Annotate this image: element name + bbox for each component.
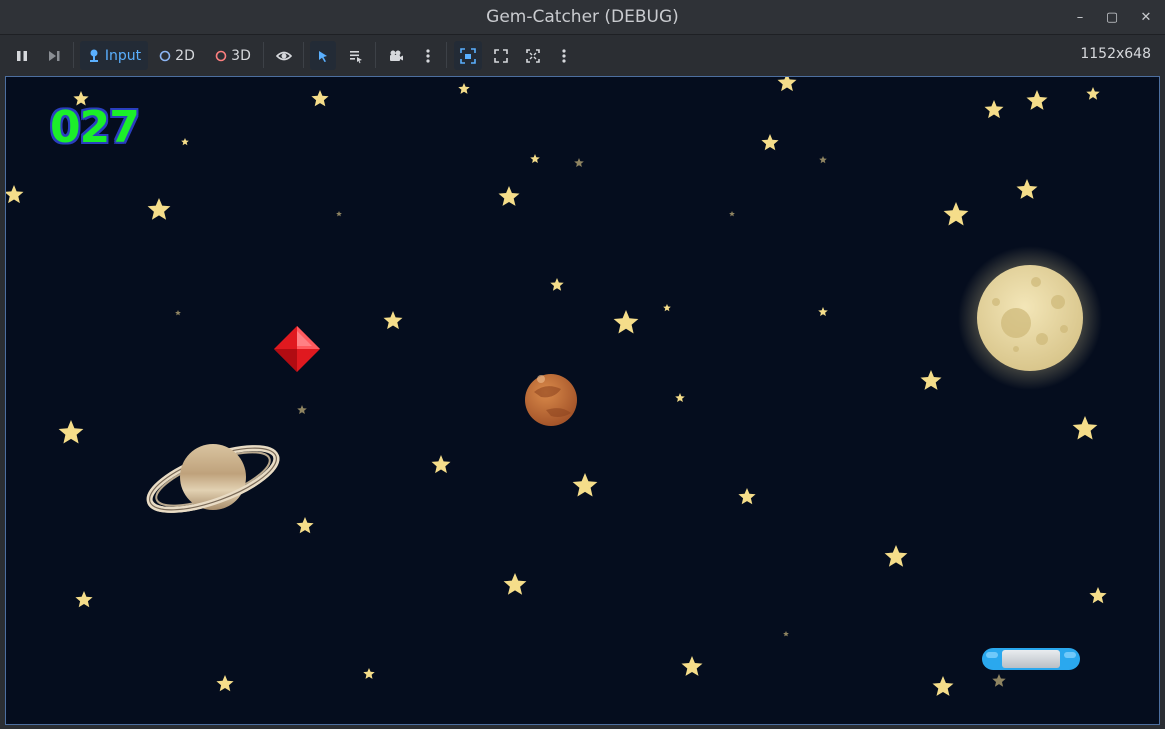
star-sprite bbox=[943, 202, 969, 226]
star-sprite bbox=[503, 573, 527, 595]
star-sprite bbox=[297, 405, 307, 414]
star-sprite bbox=[1016, 179, 1038, 199]
star-sprite bbox=[729, 211, 735, 217]
fit-icon bbox=[526, 48, 540, 63]
kebab-menu-icon bbox=[562, 48, 566, 63]
2d-node-icon bbox=[159, 50, 171, 61]
star-sprite bbox=[884, 545, 908, 567]
star-sprite bbox=[181, 138, 189, 146]
game-window: Gem-Catcher (DEBUG) – ▢ ✕ Input 2D 3D 11… bbox=[0, 0, 1165, 729]
star-sprite bbox=[663, 304, 671, 312]
mode-3d-label: 3D bbox=[231, 47, 251, 64]
fit-view-button[interactable] bbox=[520, 41, 546, 70]
star-sprite bbox=[336, 211, 342, 217]
star-sprite bbox=[58, 420, 84, 444]
mode-3d-button[interactable]: 3D bbox=[210, 41, 256, 70]
camera-menu-button[interactable] bbox=[417, 41, 439, 70]
mode-2d-label: 2D bbox=[175, 47, 195, 64]
kebab-menu-icon bbox=[426, 48, 430, 63]
pause-button[interactable] bbox=[10, 41, 34, 70]
list-pointer-icon bbox=[350, 50, 362, 63]
star-sprite bbox=[761, 134, 779, 151]
red-gem-sprite bbox=[274, 326, 320, 372]
toolbar-separator bbox=[73, 42, 74, 68]
toolbar-separator bbox=[446, 42, 447, 68]
camera-override-icon bbox=[460, 47, 476, 64]
star-sprite bbox=[431, 455, 451, 474]
list-select-button[interactable] bbox=[343, 41, 369, 70]
star-sprite bbox=[984, 100, 1004, 119]
toolbar-separator bbox=[375, 42, 376, 68]
moon-sprite bbox=[958, 246, 1102, 390]
title-bar: Gem-Catcher (DEBUG) – ▢ ✕ bbox=[0, 0, 1165, 35]
star-sprite bbox=[383, 311, 403, 330]
camera-icon bbox=[390, 50, 403, 61]
camera-button[interactable] bbox=[383, 41, 409, 70]
input-label: Input bbox=[104, 47, 142, 64]
star-sprite bbox=[992, 674, 1006, 687]
star-sprite bbox=[819, 156, 827, 164]
visibility-button[interactable] bbox=[272, 41, 296, 70]
game-scene bbox=[6, 77, 1107, 696]
view-menu-button[interactable] bbox=[553, 41, 575, 70]
star-sprite bbox=[783, 631, 789, 637]
step-frame-icon bbox=[49, 50, 60, 61]
resolution-label: 1152x648 bbox=[1080, 46, 1151, 62]
star-sprite bbox=[1072, 416, 1098, 440]
star-sprite bbox=[681, 656, 703, 676]
eye-icon bbox=[276, 51, 292, 60]
star-sprite bbox=[574, 158, 584, 167]
toolbar-separator bbox=[263, 42, 264, 68]
star-sprite bbox=[738, 488, 756, 505]
star-sprite bbox=[675, 393, 685, 402]
star-sprite bbox=[1026, 90, 1048, 110]
star-sprite bbox=[818, 307, 828, 316]
star-sprite bbox=[1086, 87, 1100, 100]
expand-icon bbox=[494, 48, 508, 63]
star-sprite bbox=[216, 675, 234, 692]
star-sprite bbox=[550, 278, 564, 291]
select-mode-button[interactable] bbox=[310, 41, 336, 70]
pause-icon bbox=[17, 50, 27, 61]
debug-toolbar: Input 2D 3D 1152x648 bbox=[0, 36, 1165, 75]
star-sprite bbox=[147, 198, 171, 220]
score-label: 027 bbox=[50, 102, 140, 153]
step-frame-button[interactable] bbox=[42, 41, 66, 70]
mars-sprite bbox=[525, 374, 577, 426]
camera-override-button[interactable] bbox=[454, 41, 482, 70]
pointer-icon bbox=[319, 50, 327, 62]
star-sprite bbox=[777, 77, 797, 92]
star-sprite bbox=[1089, 587, 1107, 604]
star-sprite bbox=[498, 186, 520, 206]
close-button[interactable]: ✕ bbox=[1136, 8, 1156, 28]
star-sprite bbox=[572, 473, 598, 497]
game-viewport[interactable]: 027 bbox=[5, 76, 1160, 725]
star-sprite bbox=[75, 591, 93, 608]
paddle-sprite bbox=[982, 648, 1080, 670]
star-sprite bbox=[311, 90, 329, 107]
star-sprite bbox=[920, 370, 942, 390]
window-title: Gem-Catcher (DEBUG) bbox=[486, 7, 679, 27]
minimize-button[interactable]: – bbox=[1070, 8, 1090, 28]
mode-2d-button[interactable]: 2D bbox=[154, 41, 200, 70]
star-sprite bbox=[296, 517, 314, 534]
star-sprite bbox=[932, 676, 954, 696]
star-sprite bbox=[458, 83, 470, 94]
joystick-icon bbox=[89, 49, 98, 62]
star-sprite bbox=[363, 668, 375, 679]
star-sprite bbox=[613, 310, 639, 334]
toolbar-separator bbox=[303, 42, 304, 68]
input-toggle-button[interactable]: Input bbox=[80, 41, 148, 70]
3d-node-icon bbox=[215, 50, 227, 61]
star-sprite bbox=[6, 185, 24, 204]
star-sprite bbox=[530, 154, 540, 163]
star-sprite bbox=[175, 310, 181, 316]
maximize-button[interactable]: ▢ bbox=[1102, 8, 1122, 28]
fullscreen-button[interactable] bbox=[488, 41, 514, 70]
